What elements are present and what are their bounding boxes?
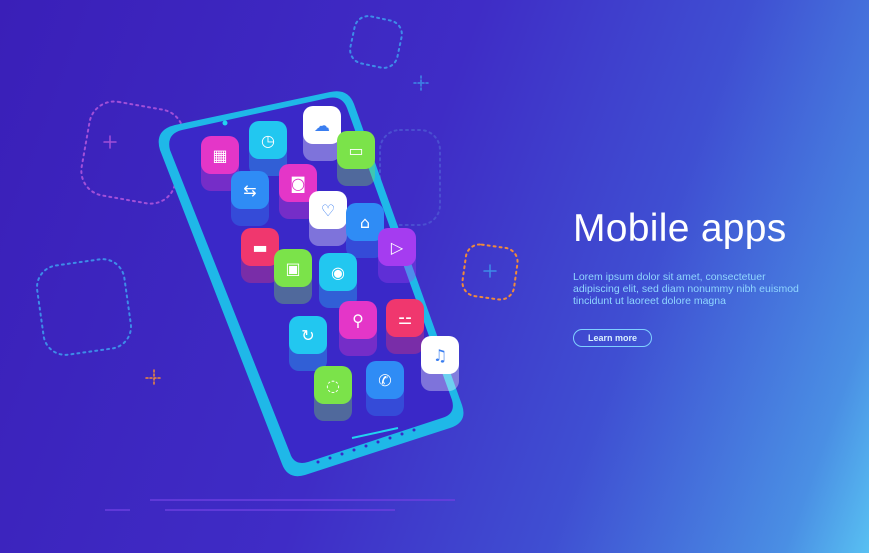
home-icon: ⌂ bbox=[360, 213, 370, 232]
clock-icon: ◷ bbox=[261, 131, 275, 150]
heart-icon: ♡ bbox=[321, 201, 335, 220]
app-tile[interactable]: ◉ bbox=[319, 253, 357, 308]
app-tile[interactable]: ▬ bbox=[241, 228, 279, 283]
app-tile[interactable]: ⚲ bbox=[339, 301, 377, 356]
app-tile[interactable]: ▣ bbox=[274, 249, 312, 304]
dotted-shape bbox=[349, 15, 403, 69]
music-icon: ♫ bbox=[433, 346, 447, 365]
app-tile[interactable]: ▭ bbox=[337, 131, 375, 186]
app-tile[interactable]: ↻ bbox=[289, 316, 327, 371]
message-icon: ◌ bbox=[326, 376, 340, 395]
app-tile[interactable]: ⇆ bbox=[231, 171, 269, 226]
app-tile[interactable]: ♫ bbox=[421, 336, 459, 391]
page-title: Mobile apps bbox=[573, 207, 787, 250]
user-icon: ◉ bbox=[331, 263, 345, 282]
dotted-shape bbox=[36, 258, 132, 356]
app-tile[interactable]: ◌ bbox=[314, 366, 352, 421]
play-icon: ▷ bbox=[391, 238, 404, 257]
location-pin-icon: ⚲ bbox=[352, 311, 364, 330]
app-tile[interactable]: ✆ bbox=[366, 361, 404, 416]
wallet-icon: ▣ bbox=[285, 259, 300, 278]
camera-icon: ◙ bbox=[290, 174, 306, 193]
learn-more-button[interactable]: Learn more bbox=[573, 329, 653, 347]
refresh-icon: ↻ bbox=[301, 326, 314, 345]
dumbbell-icon: ⚍ bbox=[398, 309, 412, 328]
phone-call-icon: ✆ bbox=[378, 371, 391, 390]
hero-description: Lorem ipsum dolor sit amet, consectetuer… bbox=[573, 271, 799, 307]
app-tile[interactable]: ▷ bbox=[378, 228, 416, 283]
app-tile[interactable]: ☁ bbox=[303, 106, 341, 161]
credit-card-icon: ▬ bbox=[252, 238, 267, 257]
calendar-icon: ▦ bbox=[212, 146, 227, 165]
app-tile[interactable]: ⚍ bbox=[386, 299, 424, 354]
chat-icon: ▭ bbox=[348, 141, 363, 160]
app-tile[interactable]: ♡ bbox=[309, 191, 347, 246]
arrows-icon: ⇆ bbox=[243, 181, 256, 200]
hero-section: Mobile apps Lorem ipsum dolor sit amet, … bbox=[573, 207, 803, 347]
cloud-icon: ☁ bbox=[314, 116, 330, 135]
